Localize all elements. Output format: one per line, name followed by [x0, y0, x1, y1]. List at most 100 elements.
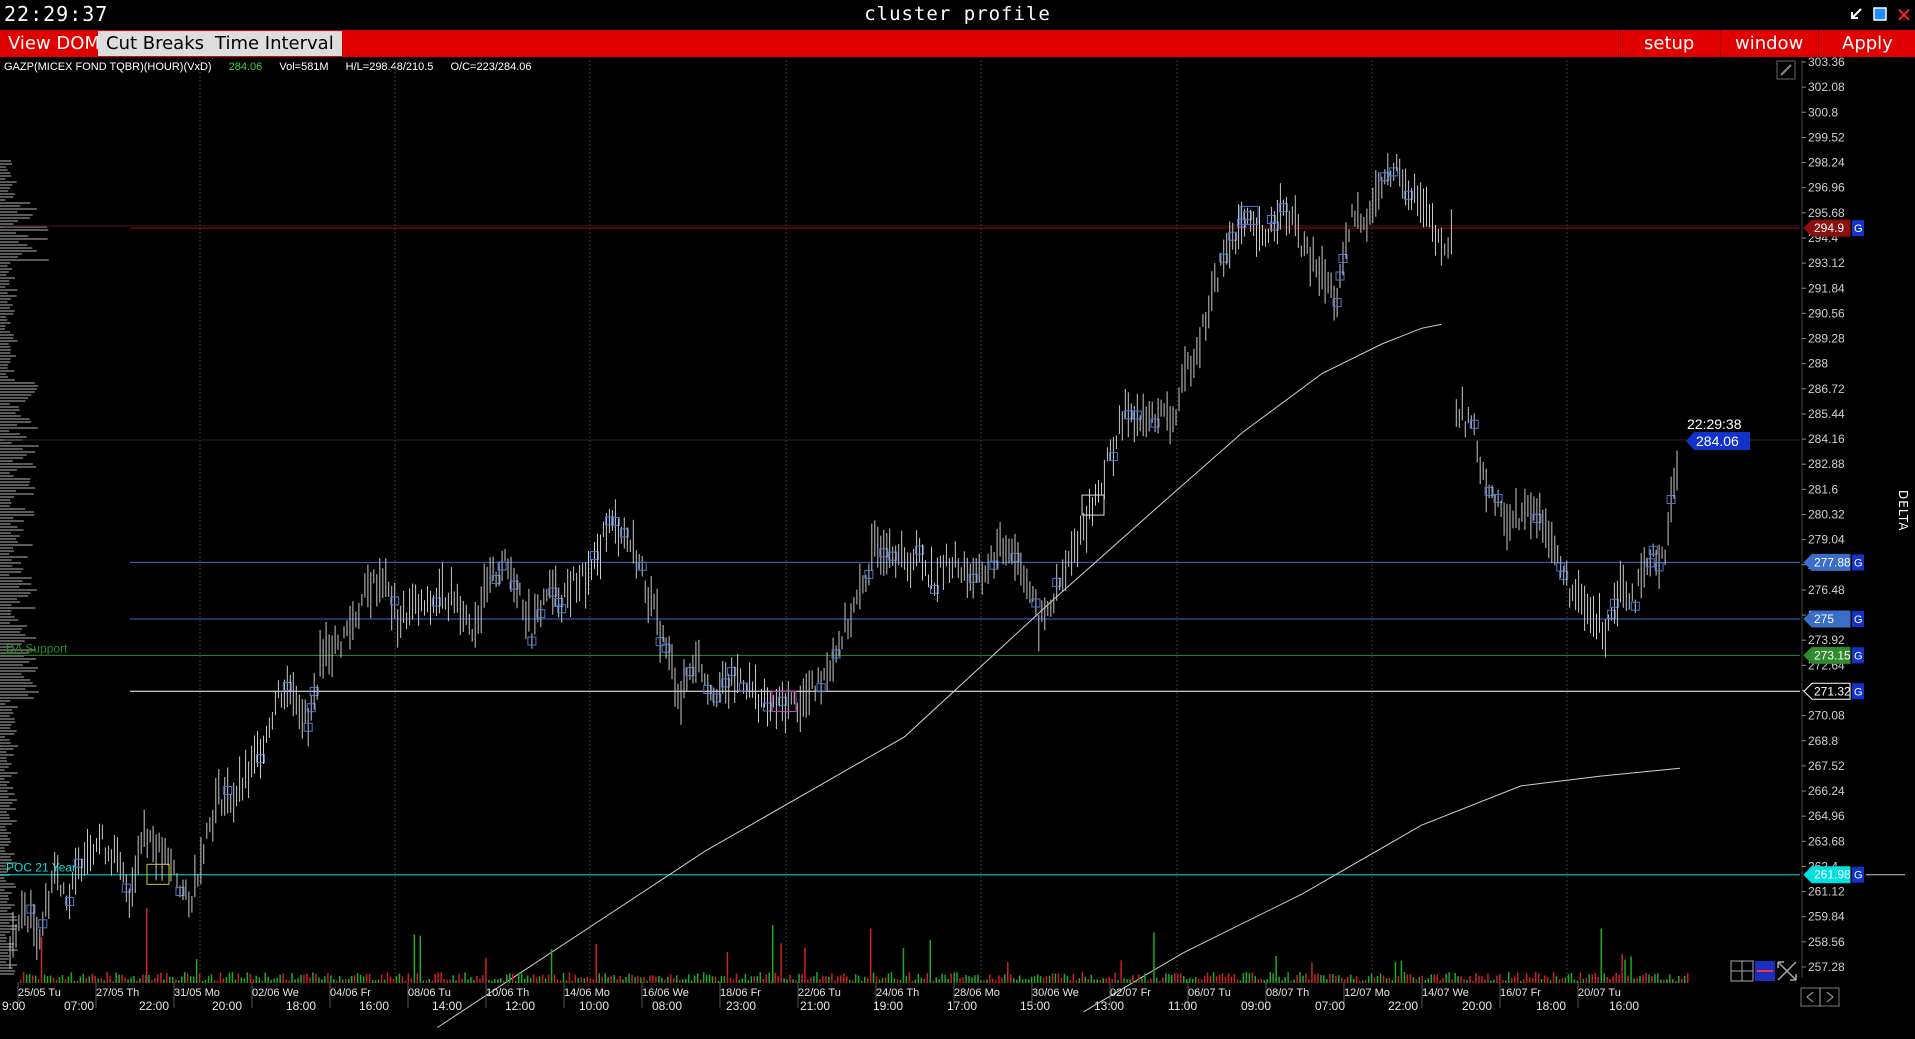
volume-profile-bar — [0, 217, 30, 219]
volume-bar — [476, 976, 478, 983]
volume-bar — [1317, 973, 1319, 983]
volume-bar — [962, 977, 964, 983]
volume-profile-bar — [0, 331, 10, 333]
volume-profile-bar — [0, 202, 31, 204]
time-interval-button[interactable]: Time Interval — [207, 31, 342, 56]
cluster-box — [1380, 172, 1390, 182]
volume-bar — [383, 979, 386, 983]
volume-profile-bar — [0, 628, 23, 630]
grid-layout-icon[interactable] — [1730, 960, 1754, 982]
cluster-box — [38, 919, 48, 929]
volume-bar — [702, 972, 705, 983]
volume-bar — [1579, 972, 1582, 983]
volume-bar — [822, 975, 824, 983]
volume-profile-bar — [0, 430, 10, 432]
volume-bar — [965, 974, 967, 983]
volume-bar — [1639, 975, 1641, 983]
volume-bar — [574, 974, 577, 983]
volume-bar — [297, 978, 299, 983]
volume-bar — [1528, 977, 1531, 983]
volume-bar — [1078, 978, 1081, 983]
volume-bar — [368, 973, 371, 983]
volume-bar — [1558, 979, 1561, 983]
time-label: 20:00 — [212, 999, 242, 1013]
volume-bar — [55, 979, 58, 983]
volume-bar — [1367, 976, 1370, 983]
volume-bar — [1633, 978, 1635, 983]
volume-profile-bar — [0, 892, 12, 894]
volume-bar — [1397, 976, 1400, 983]
volume-bar — [491, 980, 493, 983]
cluster-box — [930, 584, 939, 594]
price-chart[interactable]: DA Support POC 21 Year 303.36 302.08 300.8 2… — [0, 0, 1915, 1039]
volume-profile-bar — [0, 424, 17, 426]
pencil-icon[interactable] — [1776, 60, 1796, 80]
volume-profile-bar — [0, 271, 9, 273]
cluster-box — [1150, 418, 1160, 428]
volume-bar — [1039, 976, 1042, 983]
volume-bar — [637, 975, 639, 983]
volume-bar — [449, 979, 451, 983]
close-icon[interactable]: ✕ — [1895, 5, 1913, 25]
volume-bar — [902, 948, 905, 983]
volume-profile-bar — [0, 814, 9, 816]
volume-profile-bar — [0, 610, 12, 612]
volume-profile-bar — [0, 514, 35, 516]
volume-bar — [1508, 972, 1510, 983]
volume-bar — [124, 977, 126, 983]
volume-bar — [1194, 977, 1197, 983]
view-dom-button[interactable]: View DOM — [0, 31, 108, 56]
setup-button[interactable]: setup — [1636, 31, 1702, 56]
volume-profile-bar — [0, 439, 23, 441]
price-tick-label: 302.08 — [1808, 80, 1845, 94]
volume-bar — [1045, 976, 1048, 983]
fullscreen-icon[interactable] — [1776, 960, 1798, 982]
volume-bar — [1585, 977, 1588, 983]
volume-bar — [1248, 973, 1251, 983]
volume-profile-bar — [0, 955, 10, 957]
volume-bar — [306, 973, 308, 983]
volume-bar — [550, 949, 553, 983]
volume-bar — [139, 978, 141, 983]
volume-profile-bar — [0, 388, 37, 390]
cluster-box — [1654, 562, 1664, 572]
volume-profile-bar — [0, 478, 31, 480]
volume-profile-bar — [0, 280, 10, 282]
chart-info-bar: GAZP(MICEX FOND TQBR)(HOUR)(VxD) 284.06 … — [4, 61, 546, 73]
volume-bar — [249, 974, 252, 983]
maximize-icon[interactable] — [1871, 6, 1889, 24]
cluster-box — [703, 684, 713, 694]
volume-bar — [1344, 979, 1346, 983]
window-button[interactable]: window — [1727, 31, 1811, 56]
volume-profile-bar — [0, 631, 21, 633]
time-label: 15:00 — [1020, 999, 1050, 1013]
volume-bar — [875, 976, 878, 983]
volume-bar — [216, 980, 219, 983]
price-tick-label: 299.52 — [1808, 130, 1845, 144]
volume-profile-bar — [0, 586, 20, 588]
cut-breaks-button[interactable]: Cut Breaks — [98, 31, 213, 56]
volume-profile-bar — [0, 724, 12, 726]
volume-bar — [541, 974, 544, 983]
cluster-box — [554, 598, 564, 607]
volume-bar — [640, 977, 642, 983]
volume-profile-bar — [0, 766, 9, 768]
minimize-icon[interactable] — [1847, 6, 1865, 24]
volume-bar — [896, 979, 899, 983]
cluster-box — [763, 702, 772, 712]
scroll-arrows-icon[interactable] — [1800, 987, 1840, 1007]
volume-bar — [750, 976, 753, 983]
date-label: 22/06 Tu — [798, 987, 841, 999]
cluster-box — [1243, 211, 1253, 221]
volume-bar — [944, 974, 946, 983]
volume-bar — [365, 974, 368, 983]
volume-bar — [1001, 977, 1003, 983]
volume-bar — [178, 980, 180, 983]
volume-profile-bar — [0, 502, 12, 504]
volume-bar — [819, 979, 821, 983]
apply-button[interactable]: Apply — [1834, 31, 1901, 56]
volume-profile-bar — [0, 301, 8, 303]
cluster-box — [65, 896, 75, 906]
color-layout-icon[interactable] — [1754, 960, 1776, 982]
volume-profile-bar — [0, 436, 27, 438]
